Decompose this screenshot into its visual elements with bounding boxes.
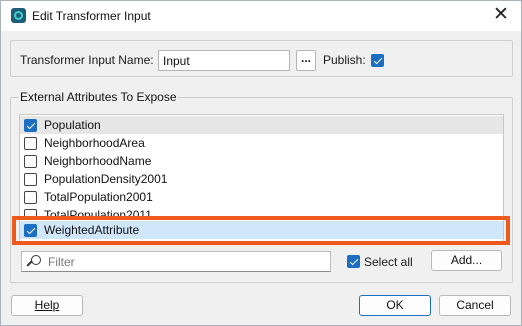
help-label: Help <box>34 298 60 312</box>
list-item[interactable]: NeighborhoodName <box>20 152 503 170</box>
select-all-label[interactable]: Select all <box>364 255 413 269</box>
fme-app-icon <box>11 8 26 23</box>
attribute-label: TotalPopulation2001 <box>44 190 153 204</box>
select-all-checkbox[interactable] <box>347 255 360 268</box>
filter-box[interactable] <box>21 251 331 272</box>
attribute-checkbox[interactable] <box>24 173 37 186</box>
add-button[interactable]: Add... <box>431 250 502 271</box>
transformer-input-name-label: Transformer Input Name: <box>20 53 154 67</box>
cancel-button[interactable]: Cancel <box>439 295 511 316</box>
attribute-label: Population <box>44 118 101 132</box>
search-icon <box>26 254 42 270</box>
close-button[interactable]: ✕ <box>489 4 513 28</box>
attribute-checkbox[interactable] <box>24 155 37 168</box>
attribute-checkbox[interactable] <box>24 137 37 150</box>
publish-label: Publish: <box>323 53 366 67</box>
window-title: Edit Transformer Input <box>32 9 151 23</box>
attribute-label: NeighborhoodName <box>44 154 152 168</box>
transformer-input-name-field[interactable] <box>158 50 290 71</box>
edit-transformer-input-dialog: Edit Transformer Input ✕ Transformer Inp… <box>0 0 522 326</box>
title-bar: Edit Transformer Input ✕ <box>1 1 521 31</box>
publish-checkbox[interactable] <box>371 54 384 67</box>
list-item[interactable]: PopulationDensity2001 <box>20 170 503 188</box>
browse-button[interactable]: ... <box>296 50 316 71</box>
attribute-checkbox[interactable] <box>24 119 37 132</box>
attribute-label: PopulationDensity2001 <box>44 172 168 186</box>
ok-button[interactable]: OK <box>359 295 431 316</box>
list-item[interactable]: TotalPopulation2001 <box>20 188 503 206</box>
attribute-label: NeighborhoodArea <box>44 136 145 150</box>
help-button[interactable]: Help <box>11 295 83 316</box>
highlight-outline <box>12 216 510 245</box>
list-item[interactable]: NeighborhoodArea <box>20 134 503 152</box>
filter-input[interactable] <box>48 253 328 270</box>
attribute-checkbox[interactable] <box>24 191 37 204</box>
external-attributes-label: External Attributes To Expose <box>19 90 178 104</box>
list-item[interactable]: Population <box>20 116 503 134</box>
